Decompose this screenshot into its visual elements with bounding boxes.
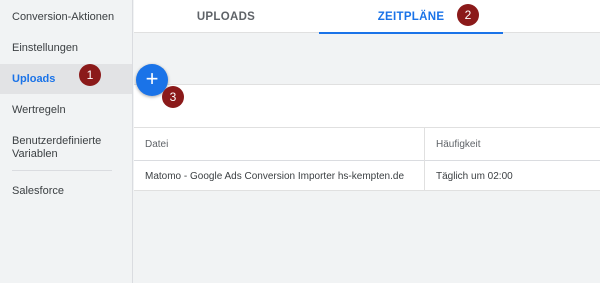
tab-uploads[interactable]: UPLOADS [134,0,318,33]
table-cell-datei[interactable]: Matomo - Google Ads Conversion Importer … [134,161,424,191]
annotation-marker-2: 2 [457,4,479,26]
schedules-table: Datei Häufigkeit Matomo - Google Ads Con… [134,127,600,191]
sidebar-item-einstellungen[interactable]: Einstellungen [0,42,132,55]
sidebar-item-benutzerdefinierte-variablen[interactable]: Benutzerdefinierte Variablen [0,135,110,161]
annotation-marker-1: 1 [79,64,101,86]
tab-bar: UPLOADS ZEITPLÄNE [134,0,600,34]
tab-uploads-label: UPLOADS [196,10,256,23]
sidebar: Conversion-Aktionen Einstellungen Upload… [0,0,133,283]
tab-zeitplaene-label: ZEITPLÄNE [377,10,445,23]
toolbar-area [134,84,600,127]
sidebar-item-uploads[interactable]: Uploads [0,64,132,94]
sidebar-item-wertregeln[interactable]: Wertregeln [0,104,132,117]
column-header-datei[interactable]: Datei [134,128,424,160]
main-content: UPLOADS ZEITPLÄNE Datei Häufigkeit Matom… [134,0,600,283]
active-tab-indicator [319,32,503,34]
sidebar-item-salesforce[interactable]: Salesforce [0,185,132,198]
column-header-haeufigkeit[interactable]: Häufigkeit [425,128,600,160]
plus-icon: + [145,66,159,91]
sidebar-divider [12,170,112,171]
annotation-marker-3: 3 [162,86,184,108]
table-cell-haeufigkeit[interactable]: Täglich um 02:00 [425,161,600,191]
sidebar-item-conversion-aktionen[interactable]: Conversion-Aktionen [0,11,132,24]
